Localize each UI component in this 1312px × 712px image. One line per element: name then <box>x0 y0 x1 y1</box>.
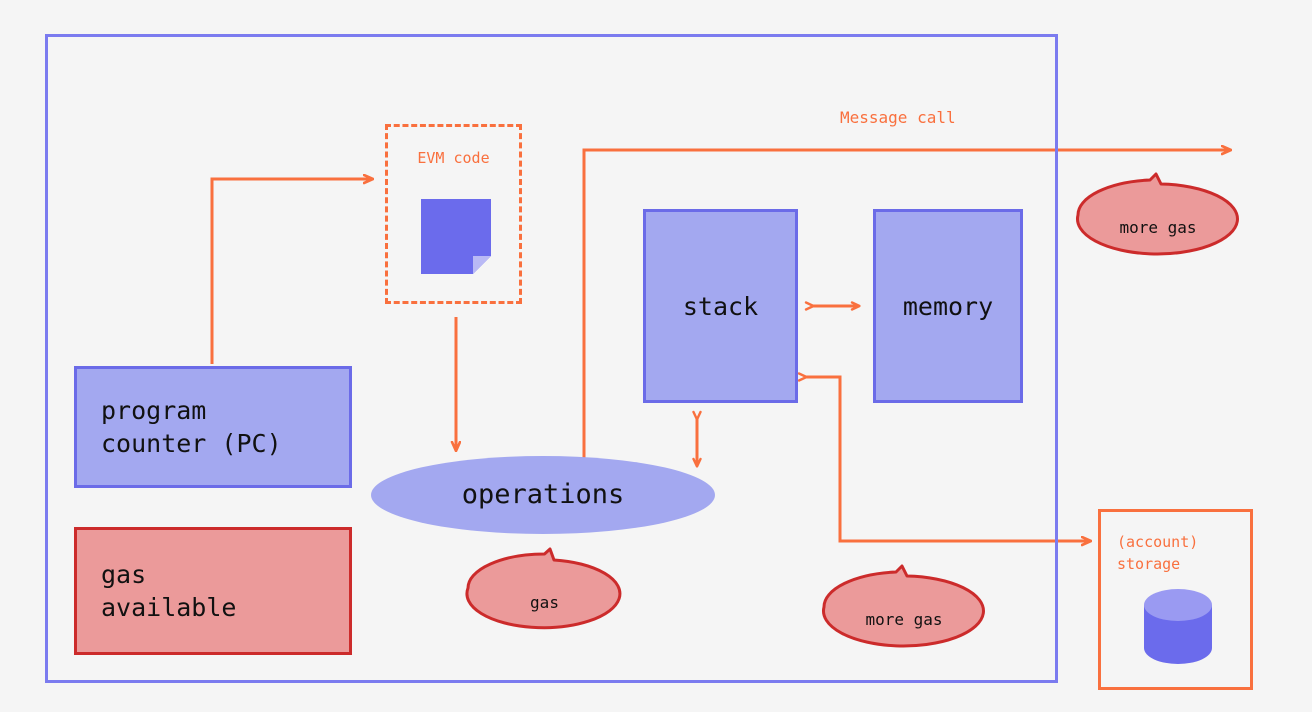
operations-ellipse[interactable]: operations <box>371 456 715 534</box>
memory-label: memory <box>902 291 994 321</box>
evm-code-label: EVM code <box>417 149 490 167</box>
program-counter-label: program counter (PC) <box>101 396 282 458</box>
document-icon <box>421 199 491 274</box>
stack-box[interactable]: stack <box>643 209 798 403</box>
message-call-label: Message call <box>840 108 956 127</box>
evm-diagram: EVM code program counter (PC) gas availa… <box>0 0 1312 712</box>
account-storage-box[interactable]: (account) storage <box>1098 509 1253 690</box>
account-storage-label: (account) storage <box>1117 533 1199 573</box>
callout-more-gas-bottom-label: more gas <box>865 610 943 629</box>
callout-more-gas-top-label: more gas <box>1119 218 1197 237</box>
callout-more-gas-bottom: more gas <box>824 566 984 648</box>
stack-label: stack <box>682 291 759 321</box>
callout-gas: gas <box>468 549 621 628</box>
evm-code-box[interactable]: EVM code <box>385 124 522 304</box>
callout-more-gas-top: more gas <box>1078 174 1238 256</box>
gas-available-box[interactable]: gas available <box>74 527 352 655</box>
database-cylinder-icon <box>1144 589 1212 664</box>
memory-box[interactable]: memory <box>873 209 1023 403</box>
operations-label: operations <box>461 479 625 511</box>
program-counter-box[interactable]: program counter (PC) <box>74 366 352 488</box>
callout-gas-label: gas <box>530 593 559 612</box>
gas-available-label: gas available <box>101 560 237 622</box>
